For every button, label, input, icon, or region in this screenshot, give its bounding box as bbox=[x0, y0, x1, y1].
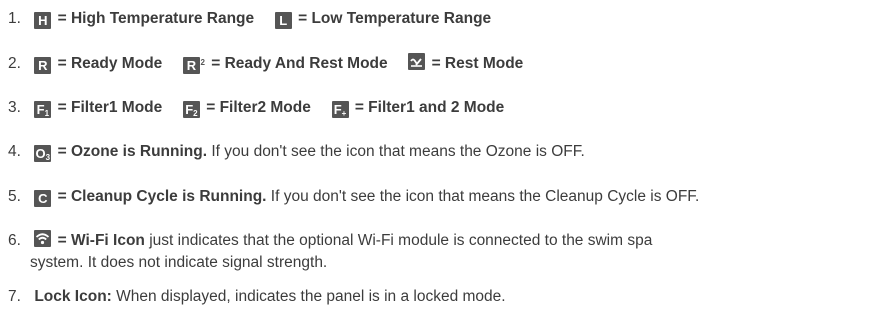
cleanup-cycle-icon: C bbox=[34, 190, 52, 207]
item-number: 7. bbox=[8, 288, 21, 305]
list-item: 3. F1 = Filter1 Mode F2 = Filter2 Mode F… bbox=[8, 97, 504, 118]
list-item: 5. C = Cleanup Cycle is Running. If you … bbox=[8, 186, 699, 207]
list-item: 2. R = Ready Mode R2 = Ready And Rest Mo… bbox=[8, 53, 523, 74]
filter1-and-2-mode-label: = Filter1 and 2 Mode bbox=[354, 99, 505, 116]
high-temperature-range-icon: H bbox=[34, 12, 52, 29]
list-item: 4. O3 = Ozone is Running. If you don't s… bbox=[8, 141, 585, 162]
ready-and-rest-mode-label: = Ready And Rest Mode bbox=[211, 55, 388, 72]
wifi-label: = Wi-Fi Icon bbox=[57, 232, 145, 249]
cleanup-cycle-label: = Cleanup Cycle is Running. bbox=[57, 188, 267, 205]
ozone-description: If you don't see the icon that means the… bbox=[207, 143, 585, 160]
ready-mode-icon: R bbox=[34, 57, 52, 74]
ozone-icon: O3 bbox=[34, 145, 52, 162]
filter1-and-2-mode-icon: F+ bbox=[331, 101, 349, 118]
ready-mode-label: = Ready Mode bbox=[57, 55, 163, 72]
filter1-mode-icon: F1 bbox=[34, 101, 52, 118]
item-number: 4. bbox=[8, 143, 21, 160]
wifi-description: just indicates that the optional Wi-Fi m… bbox=[144, 232, 653, 249]
ozone-label: = Ozone is Running. bbox=[57, 143, 208, 160]
rest-mode-label: = Rest Mode bbox=[431, 55, 524, 72]
rest-mode-icon bbox=[408, 53, 426, 70]
item-number: 2. bbox=[8, 55, 21, 72]
ready-and-rest-mode-icon: R2 bbox=[182, 57, 205, 74]
item-number: 5. bbox=[8, 188, 21, 205]
item-number: 1. bbox=[8, 10, 21, 27]
wifi-icon bbox=[34, 230, 52, 247]
filter1-mode-label: = Filter1 Mode bbox=[57, 99, 163, 116]
item-number: 3. bbox=[8, 99, 21, 116]
lock-icon-description: When displayed, indicates the panel is i… bbox=[111, 288, 506, 305]
list-item: 6. = Wi-Fi Icon just indicates that the … bbox=[8, 230, 652, 251]
item-number: 6. bbox=[8, 232, 21, 249]
cleanup-cycle-description: If you don't see the icon that means the… bbox=[266, 188, 700, 205]
low-temperature-label: = Low Temperature Range bbox=[298, 10, 492, 27]
lock-icon-label: Lock Icon: bbox=[34, 288, 112, 305]
list-item: 1. H = High Temperature Range L = Low Te… bbox=[8, 8, 491, 29]
filter2-mode-label: = Filter2 Mode bbox=[206, 99, 311, 116]
low-temperature-range-icon: L bbox=[274, 12, 292, 29]
wifi-description-continuation: system. It does not indicate signal stre… bbox=[30, 254, 328, 271]
filter2-mode-icon: F2 bbox=[182, 101, 200, 118]
high-temperature-label: = High Temperature Range bbox=[57, 10, 255, 27]
list-item: 7. Lock Icon: When displayed, indicates … bbox=[8, 286, 506, 307]
